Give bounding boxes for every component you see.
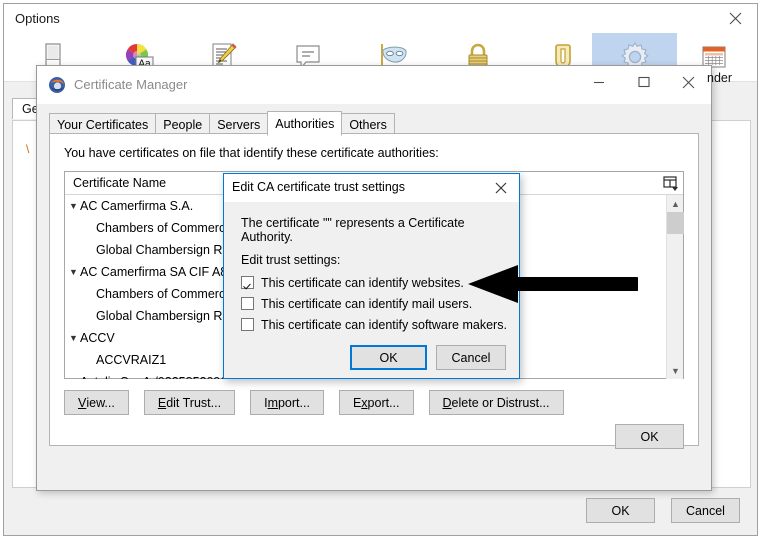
checkbox-box-checked[interactable]: [241, 276, 254, 289]
edit-dialog-titlebar: Edit CA certificate trust settings: [224, 174, 519, 202]
checkbox-identify-websites[interactable]: This certificate can identify websites.: [241, 276, 464, 294]
delete-or-distrust-button[interactable]: Delete or Distrust...: [428, 390, 564, 415]
scroll-up-icon[interactable]: ▲: [667, 195, 684, 212]
row-label: ACCVRAIZ1: [96, 353, 167, 367]
firefox-globe-icon: [48, 76, 66, 94]
close-icon[interactable]: [483, 174, 519, 201]
checkbox-box[interactable]: [241, 318, 254, 331]
edit-dialog-body: The certificate "" represents a Certific…: [224, 202, 519, 380]
certificate-manager-titlebar: Certificate Manager: [37, 66, 711, 104]
scroll-down-icon[interactable]: ▼: [667, 362, 684, 379]
checkbox-identify-software-makers[interactable]: This certificate can identify software m…: [241, 318, 507, 336]
minimize-icon[interactable]: [576, 66, 621, 98]
export-button[interactable]: Ex port...: [338, 390, 414, 415]
certificate-actions: View... Edit Trust... Im port... Ex port..…: [64, 390, 579, 415]
column-header-certificate-name[interactable]: Certificate Name: [73, 176, 166, 190]
options-panel-text: \: [26, 142, 30, 156]
checkbox-identify-mail-users[interactable]: This certificate can identify mail users…: [241, 297, 472, 315]
toolbar-item-reminder-label: nder: [707, 71, 733, 85]
checkbox-label: This certificate can identify software m…: [261, 318, 507, 332]
chevron-down-icon[interactable]: ▼: [69, 195, 80, 217]
checkbox-label: This certificate can identify websites.: [261, 276, 464, 290]
close-glyph: [729, 12, 741, 25]
checkbox-label: This certificate can identify mail users…: [261, 297, 473, 311]
edit-dialog-ok-button[interactable]: OK: [350, 345, 427, 370]
column-picker-icon[interactable]: [662, 175, 680, 192]
close-icon[interactable]: [666, 66, 711, 98]
edit-trust-button[interactable]: Edit Trust...: [143, 390, 236, 415]
options-titlebar: Options: [4, 4, 757, 33]
close-icon[interactable]: [713, 4, 757, 33]
tab-authorities[interactable]: Authorities: [267, 111, 343, 136]
row-label: ACCV: [80, 331, 115, 345]
edit-dialog-cancel-button[interactable]: Cancel: [436, 345, 506, 370]
chevron-down-icon[interactable]: ▼: [69, 327, 80, 349]
certificate-manager-tabs: Your Certificates People Servers Authori…: [49, 111, 395, 136]
row-label: AC Camerfirma S.A.: [80, 199, 194, 213]
edit-ca-trust-dialog: Edit CA certificate trust settings The c…: [223, 173, 520, 379]
import-button[interactable]: Im port...: [250, 390, 324, 415]
options-cancel-button[interactable]: Cancel: [671, 498, 740, 523]
certificates-description: You have certificates on file that ident…: [64, 146, 439, 160]
view-button[interactable]: View...: [64, 390, 129, 415]
options-ok-button[interactable]: OK: [586, 498, 655, 523]
chevron-down-icon[interactable]: ▼: [69, 371, 80, 379]
certificate-manager-title: Certificate Manager: [74, 77, 188, 92]
certificate-manager-ok-button[interactable]: OK: [615, 424, 684, 449]
row-label: Global Chambersign Root: [96, 309, 240, 323]
edit-dialog-message: The certificate "" represents a Certific…: [241, 216, 465, 244]
chevron-down-icon[interactable]: ▼: [69, 261, 80, 283]
row-label: Actalis S.p.A./03358520967: [80, 375, 234, 379]
checkbox-box[interactable]: [241, 297, 254, 310]
screen-root: Options Aa Gen \ OK Cancel nder Certific…: [0, 0, 761, 539]
row-label: Global Chambersign Root: [96, 243, 240, 257]
vertical-scrollbar[interactable]: ▲ ▼: [666, 195, 684, 379]
maximize-icon[interactable]: [621, 66, 666, 98]
edit-dialog-title: Edit CA certificate trust settings: [232, 180, 405, 194]
scrollbar-thumb[interactable]: [667, 212, 684, 234]
options-window-title: Options: [15, 11, 60, 26]
edit-trust-settings-label: Edit trust settings:: [241, 253, 341, 267]
